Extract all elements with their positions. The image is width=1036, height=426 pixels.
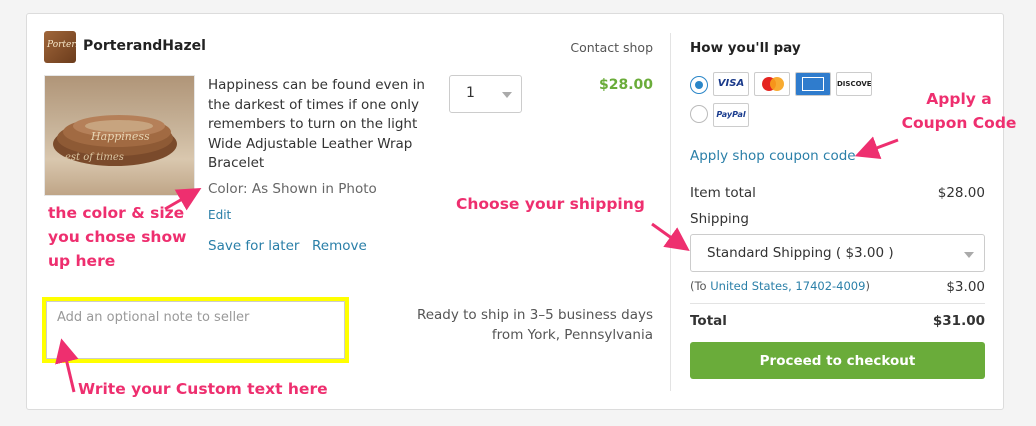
radio-cards[interactable] [690, 76, 708, 94]
shop-logo-text: PorterHazel [47, 40, 76, 50]
ship-origin: from York, Pennsylvania [491, 327, 653, 343]
mastercard-icon [754, 72, 790, 96]
annotation-custom-text: Write your Custom text here [78, 380, 328, 398]
column-divider [670, 33, 671, 391]
chevron-down-icon [502, 92, 512, 98]
item-total-label: Item total [690, 185, 756, 201]
remove-link[interactable]: Remove [312, 238, 367, 254]
item-color: Color: As Shown in Photo [208, 181, 377, 197]
annotation-coupon-line2: Coupon Code [901, 114, 1017, 132]
chevron-down-icon [964, 252, 974, 258]
item-total-value: $28.00 [937, 185, 985, 201]
shop-logo[interactable]: PorterHazel [44, 31, 76, 63]
shipping-select[interactable]: Standard Shipping ( $3.00 ) [690, 234, 985, 272]
annotation-shipping: Choose your shipping [456, 195, 645, 213]
quantity-select[interactable]: 1 [449, 75, 522, 113]
note-highlight-box [42, 297, 349, 363]
ship-to: (To United States, 17402-4009) [690, 279, 870, 293]
ship-time: Ready to ship in 3–5 business days [416, 307, 653, 323]
edit-link[interactable]: Edit [208, 208, 231, 222]
bracelet-illustration: Happiness est of times [53, 115, 177, 166]
item-title[interactable]: Happiness can be found even in the darke… [208, 76, 433, 174]
item-price: $28.00 [598, 77, 653, 93]
contact-shop-link[interactable]: Contact shop [560, 40, 653, 55]
total-value: $31.00 [932, 313, 985, 329]
shipping-cost: $3.00 [946, 279, 985, 295]
paypal-icon: PayPal [713, 103, 749, 127]
shop-name[interactable]: PorterandHazel [83, 38, 206, 54]
payment-title: How you'll pay [690, 40, 801, 56]
radio-paypal[interactable] [690, 105, 708, 123]
annotation-coupon: Apply a Coupon Code [884, 87, 1034, 135]
save-for-later-link[interactable]: Save for later [208, 238, 299, 254]
total-label: Total [690, 313, 727, 329]
bracelet-engraving-2: est of times [65, 152, 124, 163]
product-image[interactable]: Happiness est of times [44, 75, 195, 196]
annotation-color-size: the color & size you chose show up here [48, 204, 187, 270]
shipping-option: Standard Shipping ( $3.00 ) [707, 245, 894, 261]
ship-to-prefix: (To [690, 279, 711, 293]
amex-icon [795, 72, 831, 96]
apply-coupon-link[interactable]: Apply shop coupon code [690, 148, 856, 164]
shipping-label: Shipping [690, 211, 749, 227]
note-to-seller-input[interactable] [46, 301, 345, 359]
discover-icon: DISCOVER [836, 72, 872, 96]
bracelet-engraving-1: Happiness [90, 130, 150, 143]
total-divider [690, 303, 985, 304]
quantity-value: 1 [466, 85, 475, 101]
annotation-coupon-line1: Apply a [926, 90, 992, 108]
shipping-info: Ready to ship in 3–5 business days from … [400, 305, 653, 345]
ship-to-link[interactable]: United States, 17402-4009 [710, 279, 865, 293]
visa-icon: VISA [713, 72, 749, 96]
proceed-to-checkout-button[interactable]: Proceed to checkout [690, 342, 985, 379]
